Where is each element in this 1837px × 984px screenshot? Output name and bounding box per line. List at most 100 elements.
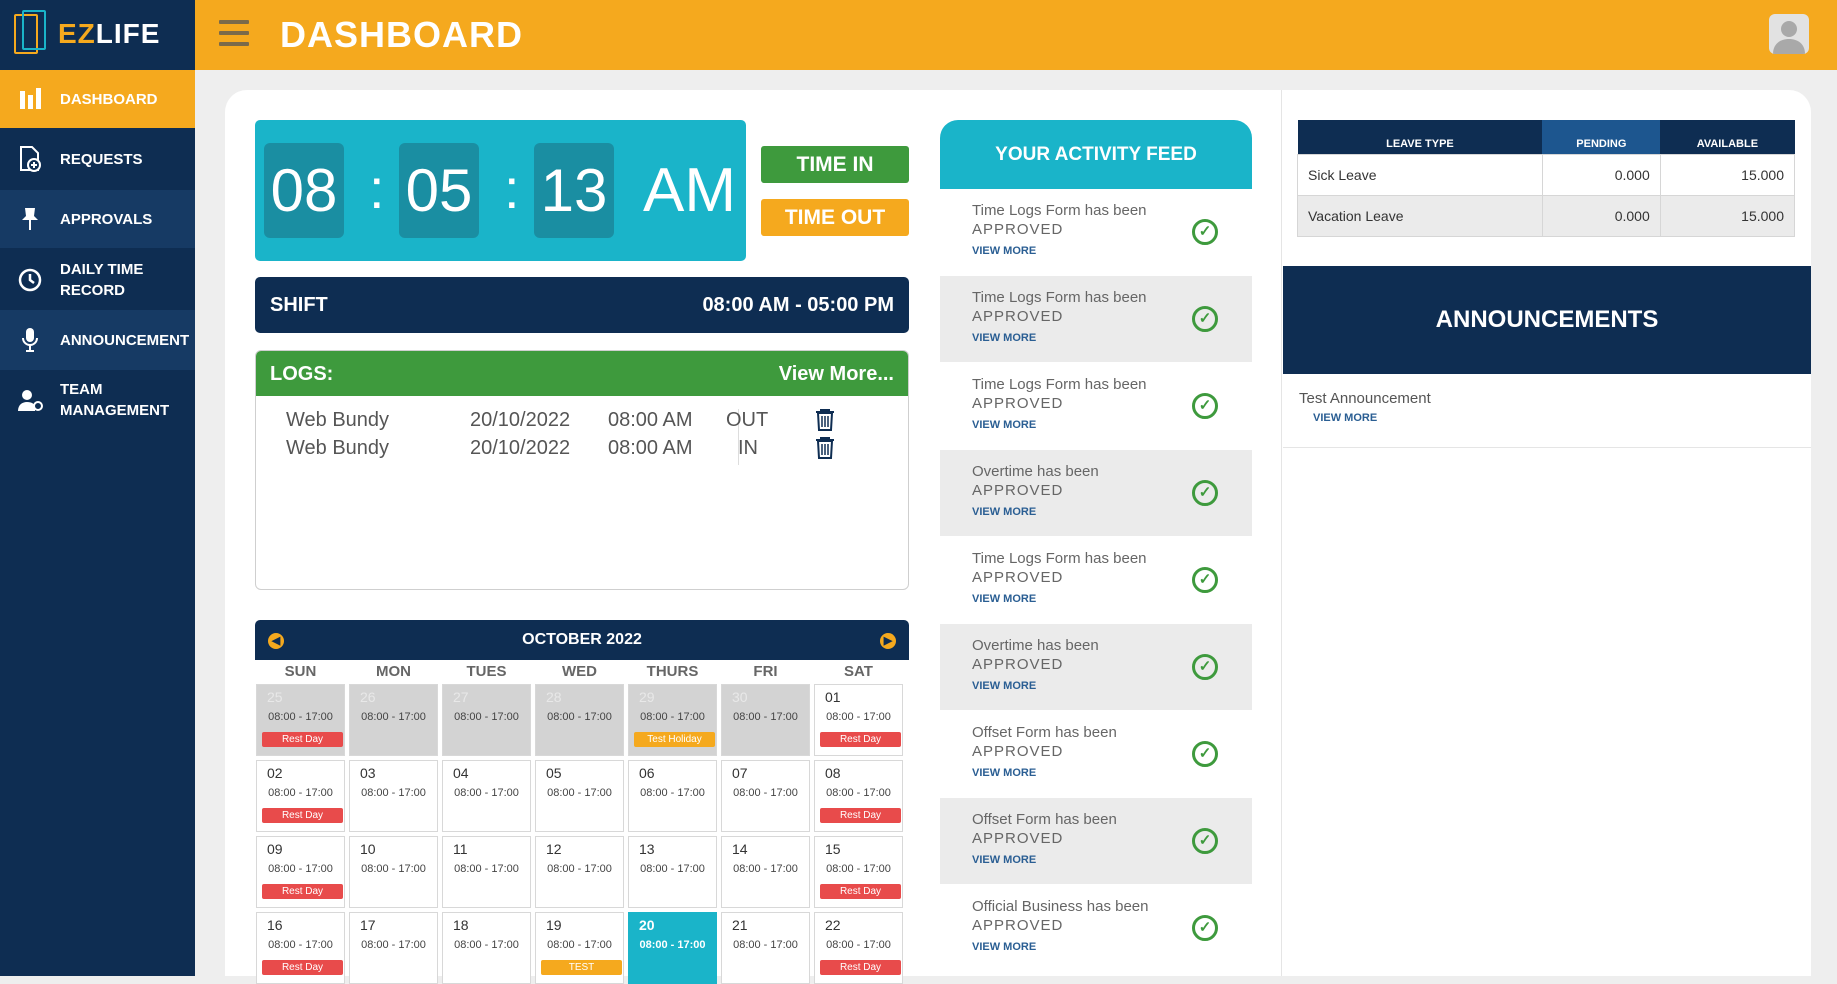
calendar-day-tag: Rest Day — [820, 884, 901, 899]
trash-icon[interactable] — [815, 435, 835, 465]
activity-feed: YOUR ACTIVITY FEED Time Logs Form has be… — [940, 120, 1252, 976]
calendar-day-cell[interactable]: 02 08:00 - 17:00 Rest Day — [256, 760, 345, 832]
calendar-day-cell[interactable]: 26 08:00 - 17:00 — [349, 684, 438, 756]
calendar-schedule: 08:00 - 17:00 — [826, 711, 891, 723]
calendar-day-cell[interactable]: 12 08:00 - 17:00 — [535, 836, 624, 908]
calendar-day-cell[interactable]: 04 08:00 - 17:00 — [442, 760, 531, 832]
calendar-day-cell[interactable]: 20 08:00 - 17:00 — [628, 912, 717, 984]
activity-view-more-link[interactable]: VIEW MORE — [972, 680, 1036, 692]
logs-view-more-link[interactable]: View More... — [779, 363, 894, 386]
logo-mark-icon — [14, 10, 50, 58]
sidebar-item-requests[interactable]: REQUESTS — [0, 130, 195, 188]
calendar-schedule: 08:00 - 17:00 — [454, 863, 519, 875]
calendar-prev-icon[interactable]: ◀ — [268, 633, 284, 649]
calendar-day-cell[interactable]: 28 08:00 - 17:00 — [535, 684, 624, 756]
calendar-day-number: 10 — [360, 841, 376, 857]
calendar-day-number: 11 — [453, 841, 468, 857]
calendar-day-cell[interactable]: 06 08:00 - 17:00 — [628, 760, 717, 832]
calendar-day-cell[interactable]: 01 08:00 - 17:00 Rest Day — [814, 684, 903, 756]
leave-pending: 0.000 — [1541, 153, 1661, 196]
sidebar-item-dashboard[interactable]: DASHBOARD — [0, 70, 195, 128]
calendar-day-number: 27 — [453, 689, 469, 705]
calendar-day-cell[interactable]: 19 08:00 - 17:00 TEST — [535, 912, 624, 984]
calendar-day-tag: Rest Day — [262, 732, 343, 747]
sidebar-item-approvals[interactable]: APPROVALS — [0, 190, 195, 248]
calendar-weekday: FRI — [753, 663, 778, 680]
app-logo[interactable]: EZLIFE — [10, 0, 195, 68]
calendar-day-cell[interactable]: 13 08:00 - 17:00 — [628, 836, 717, 908]
sidebar-item-team-management[interactable]: TEAM MANAGEMENT — [0, 370, 195, 430]
activity-view-more-link[interactable]: VIEW MORE — [972, 593, 1036, 605]
activity-view-more-link[interactable]: VIEW MORE — [972, 245, 1036, 257]
calendar-schedule: 08:00 - 17:00 — [361, 787, 426, 799]
activity-view-more-link[interactable]: VIEW MORE — [972, 506, 1036, 518]
log-time: 08:00 AM — [608, 409, 693, 431]
announcement-item: Test Announcement VIEW MORE — [1283, 374, 1811, 448]
calendar-day-cell[interactable]: 16 08:00 - 17:00 Rest Day — [256, 912, 345, 984]
calendar-day-number: 02 — [267, 765, 283, 781]
activity-status: APPROVED — [972, 656, 1064, 673]
calendar-schedule: 08:00 - 17:00 — [268, 787, 333, 799]
activity-feed-item: Overtime has been APPROVED VIEW MORE ✓ — [940, 450, 1252, 536]
calendar-schedule: 08:00 - 17:00 — [361, 939, 426, 951]
announcement-view-more-link[interactable]: VIEW MORE — [1313, 412, 1377, 424]
calendar-day-cell[interactable]: 11 08:00 - 17:00 — [442, 836, 531, 908]
calendar-day-cell[interactable]: 08 08:00 - 17:00 Rest Day — [814, 760, 903, 832]
calendar-day-cell[interactable]: 09 08:00 - 17:00 Rest Day — [256, 836, 345, 908]
calendar-day-cell[interactable]: 03 08:00 - 17:00 — [349, 760, 438, 832]
calendar-day-cell[interactable]: 18 08:00 - 17:00 — [442, 912, 531, 984]
activity-view-more-link[interactable]: VIEW MORE — [972, 332, 1036, 344]
shift-value: 08:00 AM - 05:00 PM — [702, 294, 894, 316]
calendar-day-number: 04 — [453, 765, 469, 781]
calendar-day-cell[interactable]: 17 08:00 - 17:00 — [349, 912, 438, 984]
clock-icon — [0, 267, 60, 293]
leave-balance-table: LEAVE TYPE PENDING AVAILABLE Sick Leave … — [1297, 120, 1796, 237]
time-in-button[interactable]: TIME IN — [761, 146, 909, 183]
calendar-header: ◀ OCTOBER 2022 ▶ — [255, 620, 909, 660]
activity-status: APPROVED — [972, 917, 1064, 934]
calendar-day-number: 07 — [732, 765, 748, 781]
activity-line: Offset Form has been — [972, 811, 1117, 828]
calendar-day-cell[interactable]: 07 08:00 - 17:00 — [721, 760, 810, 832]
table-row: Vacation Leave 0.000 15.000 — [1297, 194, 1796, 237]
user-avatar-icon[interactable] — [1769, 14, 1809, 54]
activity-view-more-link[interactable]: VIEW MORE — [972, 767, 1036, 779]
calendar-schedule: 08:00 - 17:00 — [547, 711, 612, 723]
sidebar-item-daily-time-record[interactable]: DAILY TIME RECORD — [0, 250, 195, 310]
calendar-day-cell[interactable]: 25 08:00 - 17:00 Rest Day — [256, 684, 345, 756]
calendar-schedule: 08:00 - 17:00 — [454, 939, 519, 951]
trash-icon[interactable] — [815, 407, 835, 437]
leave-type: Vacation Leave — [1297, 194, 1543, 237]
top-bar: DASHBOARD — [195, 0, 1837, 70]
calendar-day-cell[interactable]: 14 08:00 - 17:00 — [721, 836, 810, 908]
calendar-schedule: 08:00 - 17:00 — [640, 787, 705, 799]
time-out-button[interactable]: TIME OUT — [761, 199, 909, 236]
user-gear-icon — [0, 387, 60, 413]
calendar-day-cell[interactable]: 15 08:00 - 17:00 Rest Day — [814, 836, 903, 908]
activity-line: Offset Form has been — [972, 724, 1117, 741]
calendar: ◀ OCTOBER 2022 ▶ SUN MON TUES WED THURS FRI SA… — [255, 620, 909, 984]
calendar-day-cell[interactable]: 30 08:00 - 17:00 — [721, 684, 810, 756]
calendar-schedule: 08:00 - 17:00 — [268, 939, 333, 951]
activity-line: Time Logs Form has been — [972, 376, 1147, 393]
microphone-icon — [0, 326, 60, 354]
activity-view-more-link[interactable]: VIEW MORE — [972, 941, 1036, 953]
calendar-day-cell[interactable]: 05 08:00 - 17:00 — [535, 760, 624, 832]
calendar-day-cell[interactable]: 10 08:00 - 17:00 — [349, 836, 438, 908]
calendar-day-number: 05 — [546, 765, 562, 781]
activity-text: Time Logs Form has been APPROVED — [972, 549, 1192, 587]
calendar-day-tag: Test Holiday — [634, 732, 715, 747]
calendar-day-cell[interactable]: 22 08:00 - 17:00 Rest Day — [814, 912, 903, 984]
activity-view-more-link[interactable]: VIEW MORE — [972, 419, 1036, 431]
calendar-schedule: 08:00 - 17:00 — [268, 711, 333, 723]
calendar-day-cell[interactable]: 29 08:00 - 17:00 Test Holiday — [628, 684, 717, 756]
calendar-day-number: 22 — [825, 917, 841, 933]
calendar-day-cell[interactable]: 27 08:00 - 17:00 — [442, 684, 531, 756]
calendar-day-cell[interactable]: 21 08:00 - 17:00 — [721, 912, 810, 984]
calendar-day-tag: Rest Day — [820, 732, 901, 747]
hamburger-menu-icon[interactable] — [219, 20, 249, 46]
sidebar-item-announcement[interactable]: ANNOUNCEMENT — [0, 310, 195, 370]
calendar-next-icon[interactable]: ▶ — [880, 633, 896, 649]
activity-feed-item: Time Logs Form has been APPROVED VIEW MORE… — [940, 189, 1252, 275]
activity-view-more-link[interactable]: VIEW MORE — [972, 854, 1036, 866]
